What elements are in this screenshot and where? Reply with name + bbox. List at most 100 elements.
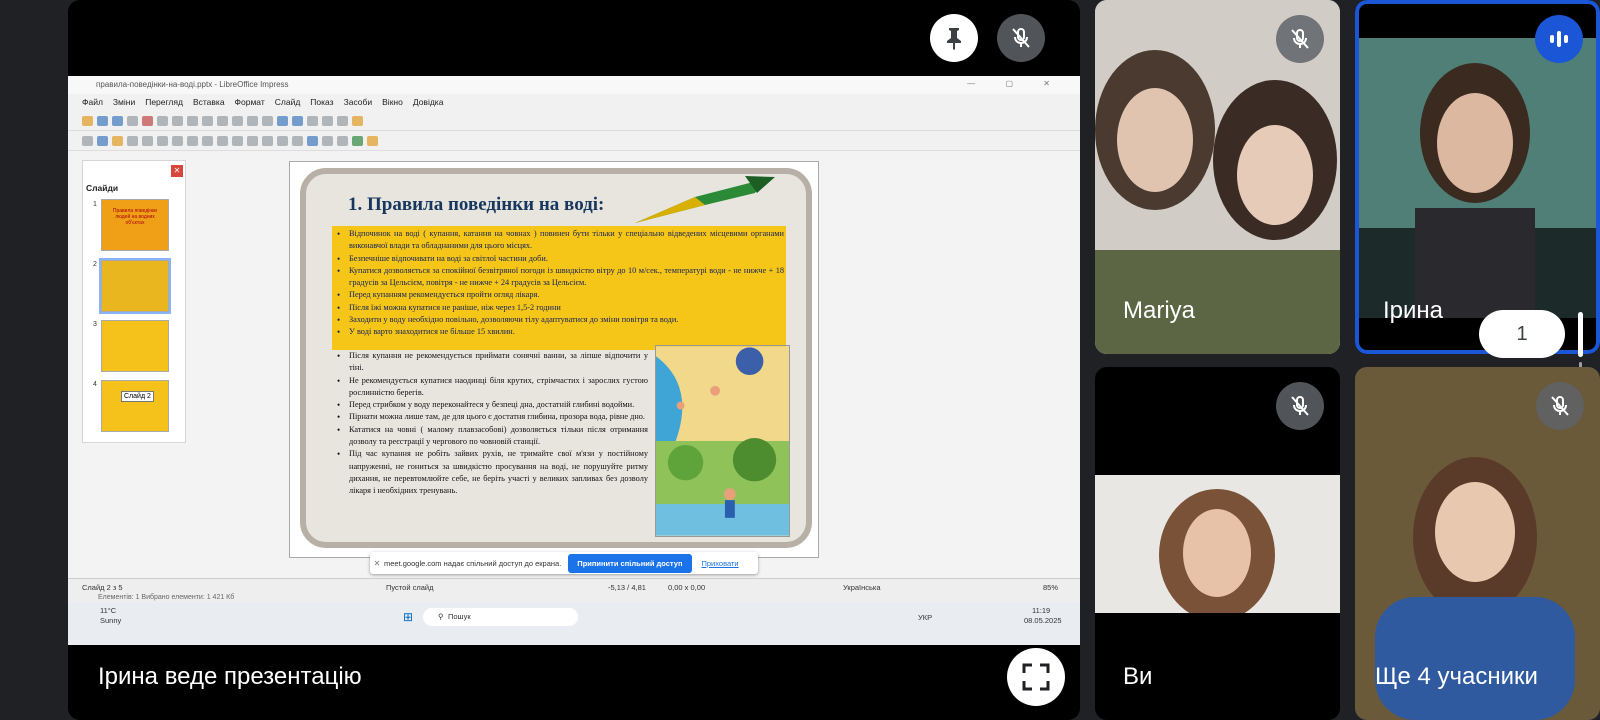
windows-start-icon[interactable]: ⊞: [403, 610, 413, 624]
participant-tile-mariya[interactable]: Mariya: [1095, 0, 1340, 354]
participant-video: [1095, 475, 1340, 613]
pin-icon: [947, 28, 961, 50]
menu-show[interactable]: Показ: [310, 97, 333, 111]
duplicate-slide-icon[interactable]: [337, 115, 348, 126]
export-icon[interactable]: [127, 115, 138, 126]
mic-off-icon: [1012, 28, 1030, 48]
taskbar-search-label: Пошук: [448, 612, 471, 621]
spelling-icon[interactable]: [262, 115, 273, 126]
window-title: правила-поведінки-на-воді.pptx - LibreOf…: [96, 80, 289, 89]
copy-icon[interactable]: [187, 115, 198, 126]
print-icon[interactable]: [157, 115, 168, 126]
window-controls[interactable]: — ▢ ✕: [967, 79, 1064, 88]
mic-status: [1276, 15, 1324, 63]
highlight-icon[interactable]: [367, 135, 378, 146]
thumb-title: Правила поведінки людей на водних об'єкт…: [112, 208, 158, 226]
shape-icon[interactable]: [217, 135, 228, 146]
menu-tools[interactable]: Засоби: [344, 97, 373, 111]
curve-icon[interactable]: [187, 135, 198, 146]
mic-status: [1276, 382, 1324, 430]
cut-icon[interactable]: [172, 115, 183, 126]
participant-tile-iryna[interactable]: Ірина: [1355, 0, 1600, 354]
flowchart-icon[interactable]: [262, 135, 273, 146]
menu-help[interactable]: Довідка: [413, 97, 444, 111]
rule-item: Заходити у воду необхідно повільно, дозв…: [336, 314, 784, 327]
display-grid-icon[interactable]: [292, 115, 303, 126]
redo-icon[interactable]: [232, 115, 243, 126]
menu-edit[interactable]: Зміни: [113, 97, 135, 111]
menu-format[interactable]: Формат: [235, 97, 265, 111]
participant-tile-more[interactable]: Ще 4 учасники: [1355, 367, 1600, 720]
zoom-level[interactable]: 85%: [1043, 583, 1058, 592]
slide-thumbnail-1[interactable]: Правила поведінки людей на водних об'єкт…: [101, 199, 169, 251]
menu-slide[interactable]: Слайд: [275, 97, 301, 111]
menu-insert[interactable]: Вставка: [193, 97, 225, 111]
slide-thumbnail-2[interactable]: [99, 258, 171, 314]
pin-button[interactable]: [930, 14, 978, 62]
menu-file[interactable]: Файл: [82, 97, 103, 111]
menu-window[interactable]: Вікно: [382, 97, 403, 111]
keyboard-lang[interactable]: УКР: [918, 613, 932, 622]
slide-layout-icon[interactable]: [307, 115, 318, 126]
slide-counter: Слайд 2 з 5: [82, 583, 123, 592]
hide-link[interactable]: Приховати: [702, 559, 739, 568]
mic-status: [1536, 382, 1584, 430]
block-arrow-icon[interactable]: [247, 135, 258, 146]
speaking-icon: [1550, 31, 1568, 47]
speaking-indicator: [1535, 15, 1583, 63]
connector-icon[interactable]: [202, 135, 213, 146]
align-icon[interactable]: [337, 135, 348, 146]
object-size: 0,00 x 0,00: [668, 583, 706, 592]
fullscreen-button[interactable]: [1007, 648, 1065, 706]
rectangle-icon[interactable]: [142, 135, 153, 146]
rule-item: Пірнати можна лише там, де для цього є д…: [336, 411, 648, 424]
callout-icon[interactable]: [277, 135, 288, 146]
close-icon[interactable]: ✕: [370, 559, 384, 568]
arrow-icon[interactable]: [172, 135, 183, 146]
slide-canvas[interactable]: 1. Правила поведінки на воді: Відпочинок…: [289, 161, 819, 558]
fill-color-icon[interactable]: [112, 135, 123, 146]
ellipse-icon[interactable]: [157, 135, 168, 146]
new-icon[interactable]: [82, 115, 93, 126]
line-color-icon[interactable]: [97, 135, 108, 146]
grid-icon[interactable]: [277, 115, 288, 126]
raised-hands-count[interactable]: 1: [1479, 310, 1565, 358]
select-icon[interactable]: [82, 135, 93, 146]
star-icon[interactable]: [292, 135, 303, 146]
start-show-icon[interactable]: [352, 115, 363, 126]
points-icon[interactable]: [352, 135, 363, 146]
new-slide-icon[interactable]: [322, 115, 333, 126]
3d-icon[interactable]: [307, 135, 318, 146]
windows-taskbar: 11°C Sunny ⊞ ⚲ Пошук УКР 11:19 08.05.202…: [68, 602, 1080, 645]
clock-date: 08.05.2025: [1024, 616, 1062, 625]
find-icon[interactable]: [247, 115, 258, 126]
paste-icon[interactable]: [202, 115, 213, 126]
line-icon[interactable]: [127, 135, 138, 146]
pdf-icon[interactable]: [142, 115, 153, 126]
thumb-tooltip: Слайд 2: [121, 391, 154, 402]
smiley-icon[interactable]: [232, 135, 243, 146]
more-participants-label[interactable]: Ще 4 учасники: [1375, 663, 1538, 691]
scrollbar-thumb[interactable]: [1578, 312, 1583, 357]
mic-off-icon: [1551, 396, 1569, 416]
rotate-icon[interactable]: [322, 135, 333, 146]
save-icon[interactable]: [112, 115, 123, 126]
menu-view[interactable]: Перегляд: [145, 97, 183, 111]
screen-share-notice: ✕ meet.google.com надає спільний доступ …: [370, 552, 758, 574]
slides-panel: ✕ Слайди 1 Правила поведінки людей на во…: [82, 160, 186, 443]
undo-icon[interactable]: [217, 115, 228, 126]
slides-panel-title: Слайди: [86, 183, 119, 193]
presentation-tile[interactable]: правила-поведінки-на-воді.pptx - LibreOf…: [68, 0, 1080, 720]
taskbar-search[interactable]: [423, 608, 578, 626]
rule-item: Купатися дозволяється за спокійної безві…: [336, 265, 784, 290]
participant-tile-you[interactable]: Ви: [1095, 367, 1340, 720]
slide-thumbnail-3[interactable]: [101, 320, 169, 372]
rule-item: Перед купанням рекомендується пройти огл…: [336, 289, 784, 302]
close-icon[interactable]: ✕: [171, 165, 183, 177]
weather-desc: Sunny: [100, 616, 122, 625]
menu-bar: Файл Зміни Перегляд Вставка Формат Слайд…: [68, 94, 1080, 111]
language[interactable]: Українська: [843, 583, 881, 592]
stop-sharing-button[interactable]: Припинити спільний доступ: [568, 553, 692, 573]
slide-thumbnail-4[interactable]: [101, 380, 169, 432]
open-icon[interactable]: [97, 115, 108, 126]
